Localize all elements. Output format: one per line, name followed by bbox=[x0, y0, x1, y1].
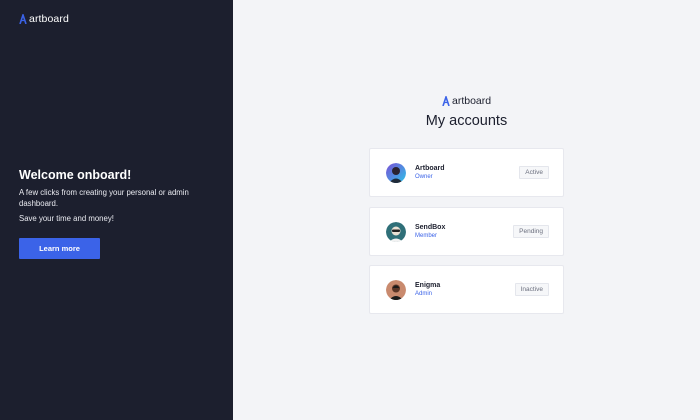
sidebar-panel: artboard Welcome onboard! A few clicks f… bbox=[0, 0, 233, 420]
welcome-heading: Welcome onboard! bbox=[19, 168, 132, 182]
account-name: SendBox bbox=[415, 224, 446, 231]
account-name: Artboard bbox=[415, 165, 445, 172]
brand-logo[interactable]: artboard bbox=[19, 13, 69, 25]
welcome-section: Welcome onboard! A few clicks from creat… bbox=[19, 168, 219, 230]
account-name: Enigma bbox=[415, 282, 441, 289]
brand-name: artboard bbox=[29, 13, 69, 25]
logo-icon bbox=[19, 14, 27, 24]
page-title: My accounts bbox=[425, 113, 508, 129]
account-card-sendbox[interactable]: SendBox Member Pending bbox=[369, 207, 564, 256]
avatar bbox=[386, 221, 406, 242]
avatar bbox=[386, 162, 406, 183]
status-badge: Inactive bbox=[514, 283, 549, 296]
main-panel: artboard My accounts Artboard Owner Acti… bbox=[233, 0, 700, 420]
account-role: Owner bbox=[415, 174, 433, 180]
welcome-tagline: Save your time and money! bbox=[19, 214, 114, 223]
brand-name-center: artboard bbox=[452, 95, 492, 107]
learn-more-button[interactable]: Learn more bbox=[19, 238, 100, 259]
account-card-enigma[interactable]: Enigma Admin Inactive bbox=[369, 265, 564, 314]
brand-logo-center: artboard bbox=[442, 95, 491, 107]
account-role: Member bbox=[415, 233, 438, 239]
status-badge: Active bbox=[519, 166, 549, 179]
logo-icon bbox=[442, 96, 450, 106]
status-badge: Pending bbox=[513, 225, 549, 238]
welcome-description: A few clicks from creating your personal… bbox=[19, 188, 189, 208]
account-card-artboard[interactable]: Artboard Owner Active bbox=[369, 148, 564, 197]
account-role: Admin bbox=[415, 291, 433, 297]
avatar bbox=[386, 279, 406, 300]
